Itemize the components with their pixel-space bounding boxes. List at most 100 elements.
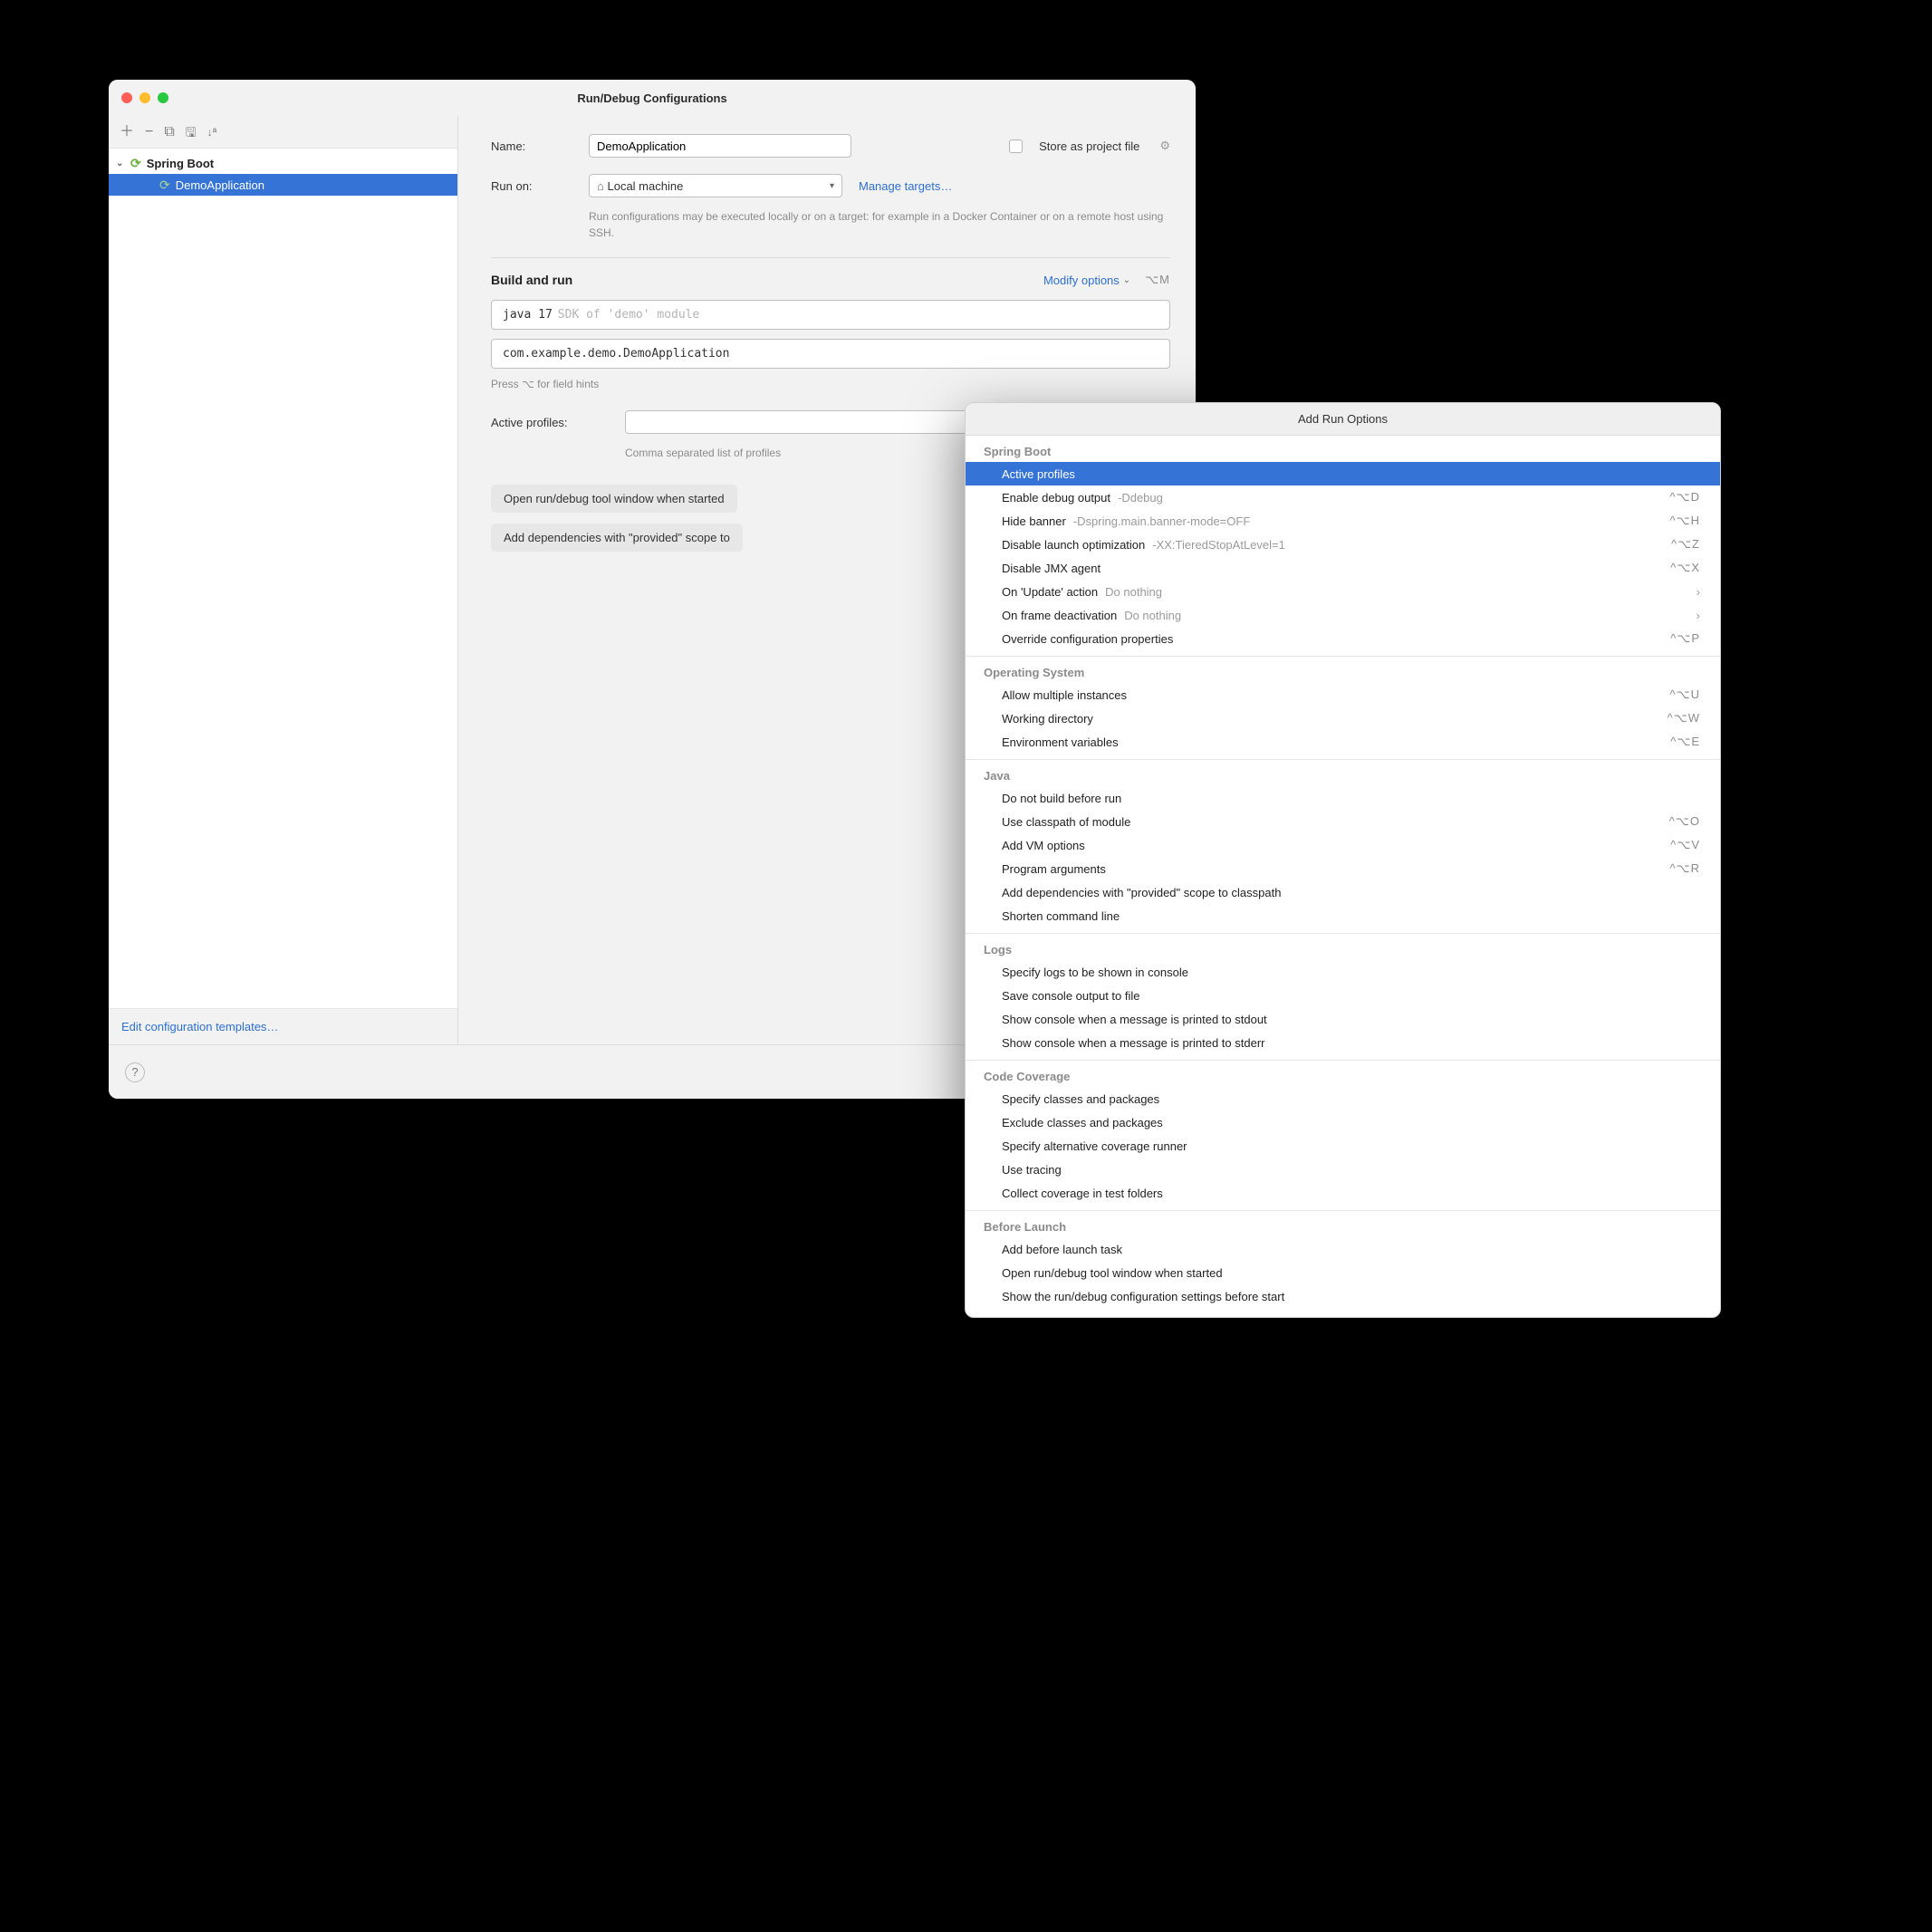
popup-item[interactable]: Do not build before run [966,786,1720,810]
popup-item[interactable]: Show console when a message is printed t… [966,1031,1720,1054]
popup-item-label: Save console output to file [1002,989,1140,1003]
popup-title: Add Run Options [966,403,1720,436]
popup-item[interactable]: Add dependencies with "provided" scope t… [966,880,1720,904]
popup-item-label: Shorten command line [1002,909,1120,923]
copy-icon[interactable]: ⧉ [164,125,174,139]
close-icon[interactable] [121,92,132,103]
popup-item[interactable]: Shorten command line [966,904,1720,928]
popup-group: Java [966,759,1720,786]
popup-item[interactable]: Use tracing [966,1158,1720,1181]
popup-item-label: Use tracing [1002,1163,1062,1177]
popup-item[interactable]: Add before launch task [966,1237,1720,1261]
config-tree: ⌄ ⟳ Spring Boot ⟳ DemoApplication [109,149,457,1008]
popup-item[interactable]: Environment variables ^⌥E [966,730,1720,754]
popup-item-shortcut: ^⌥O [1669,814,1700,829]
popup-item-shortcut: ^⌥P [1670,631,1700,646]
popup-item-sublabel: -Ddebug [1118,491,1163,505]
popup-group: Operating System [966,656,1720,683]
runon-note: Run configurations may be executed local… [589,208,1170,241]
active-profiles-label: Active profiles: [491,416,609,429]
chevron-down-icon: ⌄ [1123,275,1130,285]
popup-item-label: Program arguments [1002,862,1106,876]
name-input[interactable] [589,134,851,158]
popup-item[interactable]: Disable JMX agent^⌥X [966,556,1720,580]
modify-options-link[interactable]: Modify options [1043,274,1120,287]
popup-item-label: Add dependencies with "provided" scope t… [1002,886,1281,899]
build-run-heading: Build and run [491,273,572,287]
popup-item-label: Disable JMX agent [1002,562,1101,575]
popup-item[interactable]: Collect coverage in test folders [966,1181,1720,1205]
maximize-icon[interactable] [158,92,168,103]
gear-icon[interactable]: ⚙ [1159,139,1170,153]
popup-item[interactable]: Disable launch optimization -XX:TieredSto… [966,533,1720,556]
popup-item[interactable]: Show the run/debug configuration setting… [966,1284,1720,1308]
popup-item-label: On 'Update' action [1002,585,1098,599]
chevron-right-icon: › [1697,609,1700,622]
edit-templates-link[interactable]: Edit configuration templates… [109,1008,457,1044]
window-title: Run/Debug Configurations [109,91,1196,105]
add-icon[interactable]: ＋ [120,125,134,139]
runon-select[interactable]: ⌂ Local machine ▾ [589,174,842,197]
minimize-icon[interactable] [139,92,150,103]
popup-item-shortcut: ^⌥R [1670,861,1700,876]
popup-item[interactable]: Specify logs to be shown in console [966,960,1720,984]
popup-item[interactable]: On frame deactivationDo nothing› [966,603,1720,627]
popup-item[interactable]: Exclude classes and packages [966,1110,1720,1134]
chevron-down-icon: ⌄ [116,159,127,168]
popup-item-shortcut: ^⌥H [1670,514,1700,528]
popup-item[interactable]: Add VM options^⌥V [966,833,1720,857]
popup-item-shortcut: ^⌥U [1670,687,1700,702]
popup-item-label: Allow multiple instances [1002,688,1127,702]
help-button[interactable]: ? [125,1062,145,1082]
popup-item[interactable]: Allow multiple instances ^⌥U [966,683,1720,706]
popup-item-label: Environment variables [1002,735,1119,749]
popup-item-label: Open run/debug tool window when started [1002,1266,1223,1280]
popup-item[interactable]: Enable debug output-Ddebug^⌥D [966,485,1720,509]
popup-item[interactable]: Specify alternative coverage runner [966,1134,1720,1158]
popup-item-shortcut: ^⌥V [1670,838,1700,852]
tree-node-spring-boot[interactable]: ⌄ ⟳ Spring Boot [109,152,457,174]
sdk-placeholder: SDK of 'demo' module [558,308,700,322]
popup-item[interactable]: Specify classes and packages [966,1087,1720,1110]
popup-item-label: Specify alternative coverage runner [1002,1139,1187,1153]
chip-open-tool-window[interactable]: Open run/debug tool window when started [491,485,737,513]
popup-item[interactable]: Active profiles [966,462,1720,485]
popup-item-label: Hide banner [1002,514,1066,528]
spring-icon: ⟳ [130,156,141,171]
popup-item[interactable]: Open run/debug tool window when started [966,1261,1720,1284]
popup-item-label: Specify classes and packages [1002,1092,1159,1106]
popup-item[interactable]: Save console output to file [966,984,1720,1007]
popup-item-sublabel: Do nothing [1105,585,1162,599]
popup-item-label: Working directory [1002,712,1093,726]
sort-icon[interactable]: ↓ª [207,127,216,138]
remove-icon[interactable]: − [145,125,153,139]
save-template-icon[interactable]: 🖫 [186,126,197,139]
chip-add-dependencies[interactable]: Add dependencies with "provided" scope t… [491,524,743,552]
popup-item[interactable]: Override configuration properties^⌥P [966,627,1720,650]
titlebar: Run/Debug Configurations [109,80,1196,116]
modify-shortcut: ⌥M [1145,273,1170,287]
popup-item[interactable]: Use classpath of module^⌥O [966,810,1720,833]
popup-item-shortcut: ^⌥D [1670,490,1700,505]
popup-item[interactable]: On 'Update' actionDo nothing› [966,580,1720,603]
popup-item-label: Specify logs to be shown in console [1002,966,1188,979]
popup-group: Spring Boot [966,436,1720,462]
manage-targets-link[interactable]: Manage targets… [859,179,952,193]
popup-item-sublabel: -Dspring.main.banner-mode=OFF [1073,514,1250,528]
mainclass-field[interactable]: com.example.demo.DemoApplication [491,339,1170,369]
popup-item[interactable]: Program arguments ^⌥R [966,857,1720,880]
popup-group: Code Coverage [966,1060,1720,1087]
popup-item-shortcut: ^⌥W [1668,711,1700,726]
popup-item[interactable]: Hide banner -Dspring.main.banner-mode=OFF… [966,509,1720,533]
tree-label: DemoApplication [176,178,264,192]
popup-item[interactable]: Working directory ^⌥W [966,706,1720,730]
popup-item-label: On frame deactivation [1002,609,1117,622]
popup-item-label: Disable launch optimization [1002,538,1145,552]
tree-node-demo-application[interactable]: ⟳ DemoApplication [109,174,457,196]
popup-item[interactable]: Show console when a message is printed t… [966,1007,1720,1031]
popup-item-sublabel: -XX:TieredStopAtLevel=1 [1152,538,1285,552]
popup-item-shortcut: ^⌥E [1670,735,1700,749]
popup-group: Logs [966,933,1720,960]
sdk-field[interactable]: java 17 SDK of 'demo' module [491,300,1170,330]
store-project-checkbox[interactable] [1009,139,1023,153]
